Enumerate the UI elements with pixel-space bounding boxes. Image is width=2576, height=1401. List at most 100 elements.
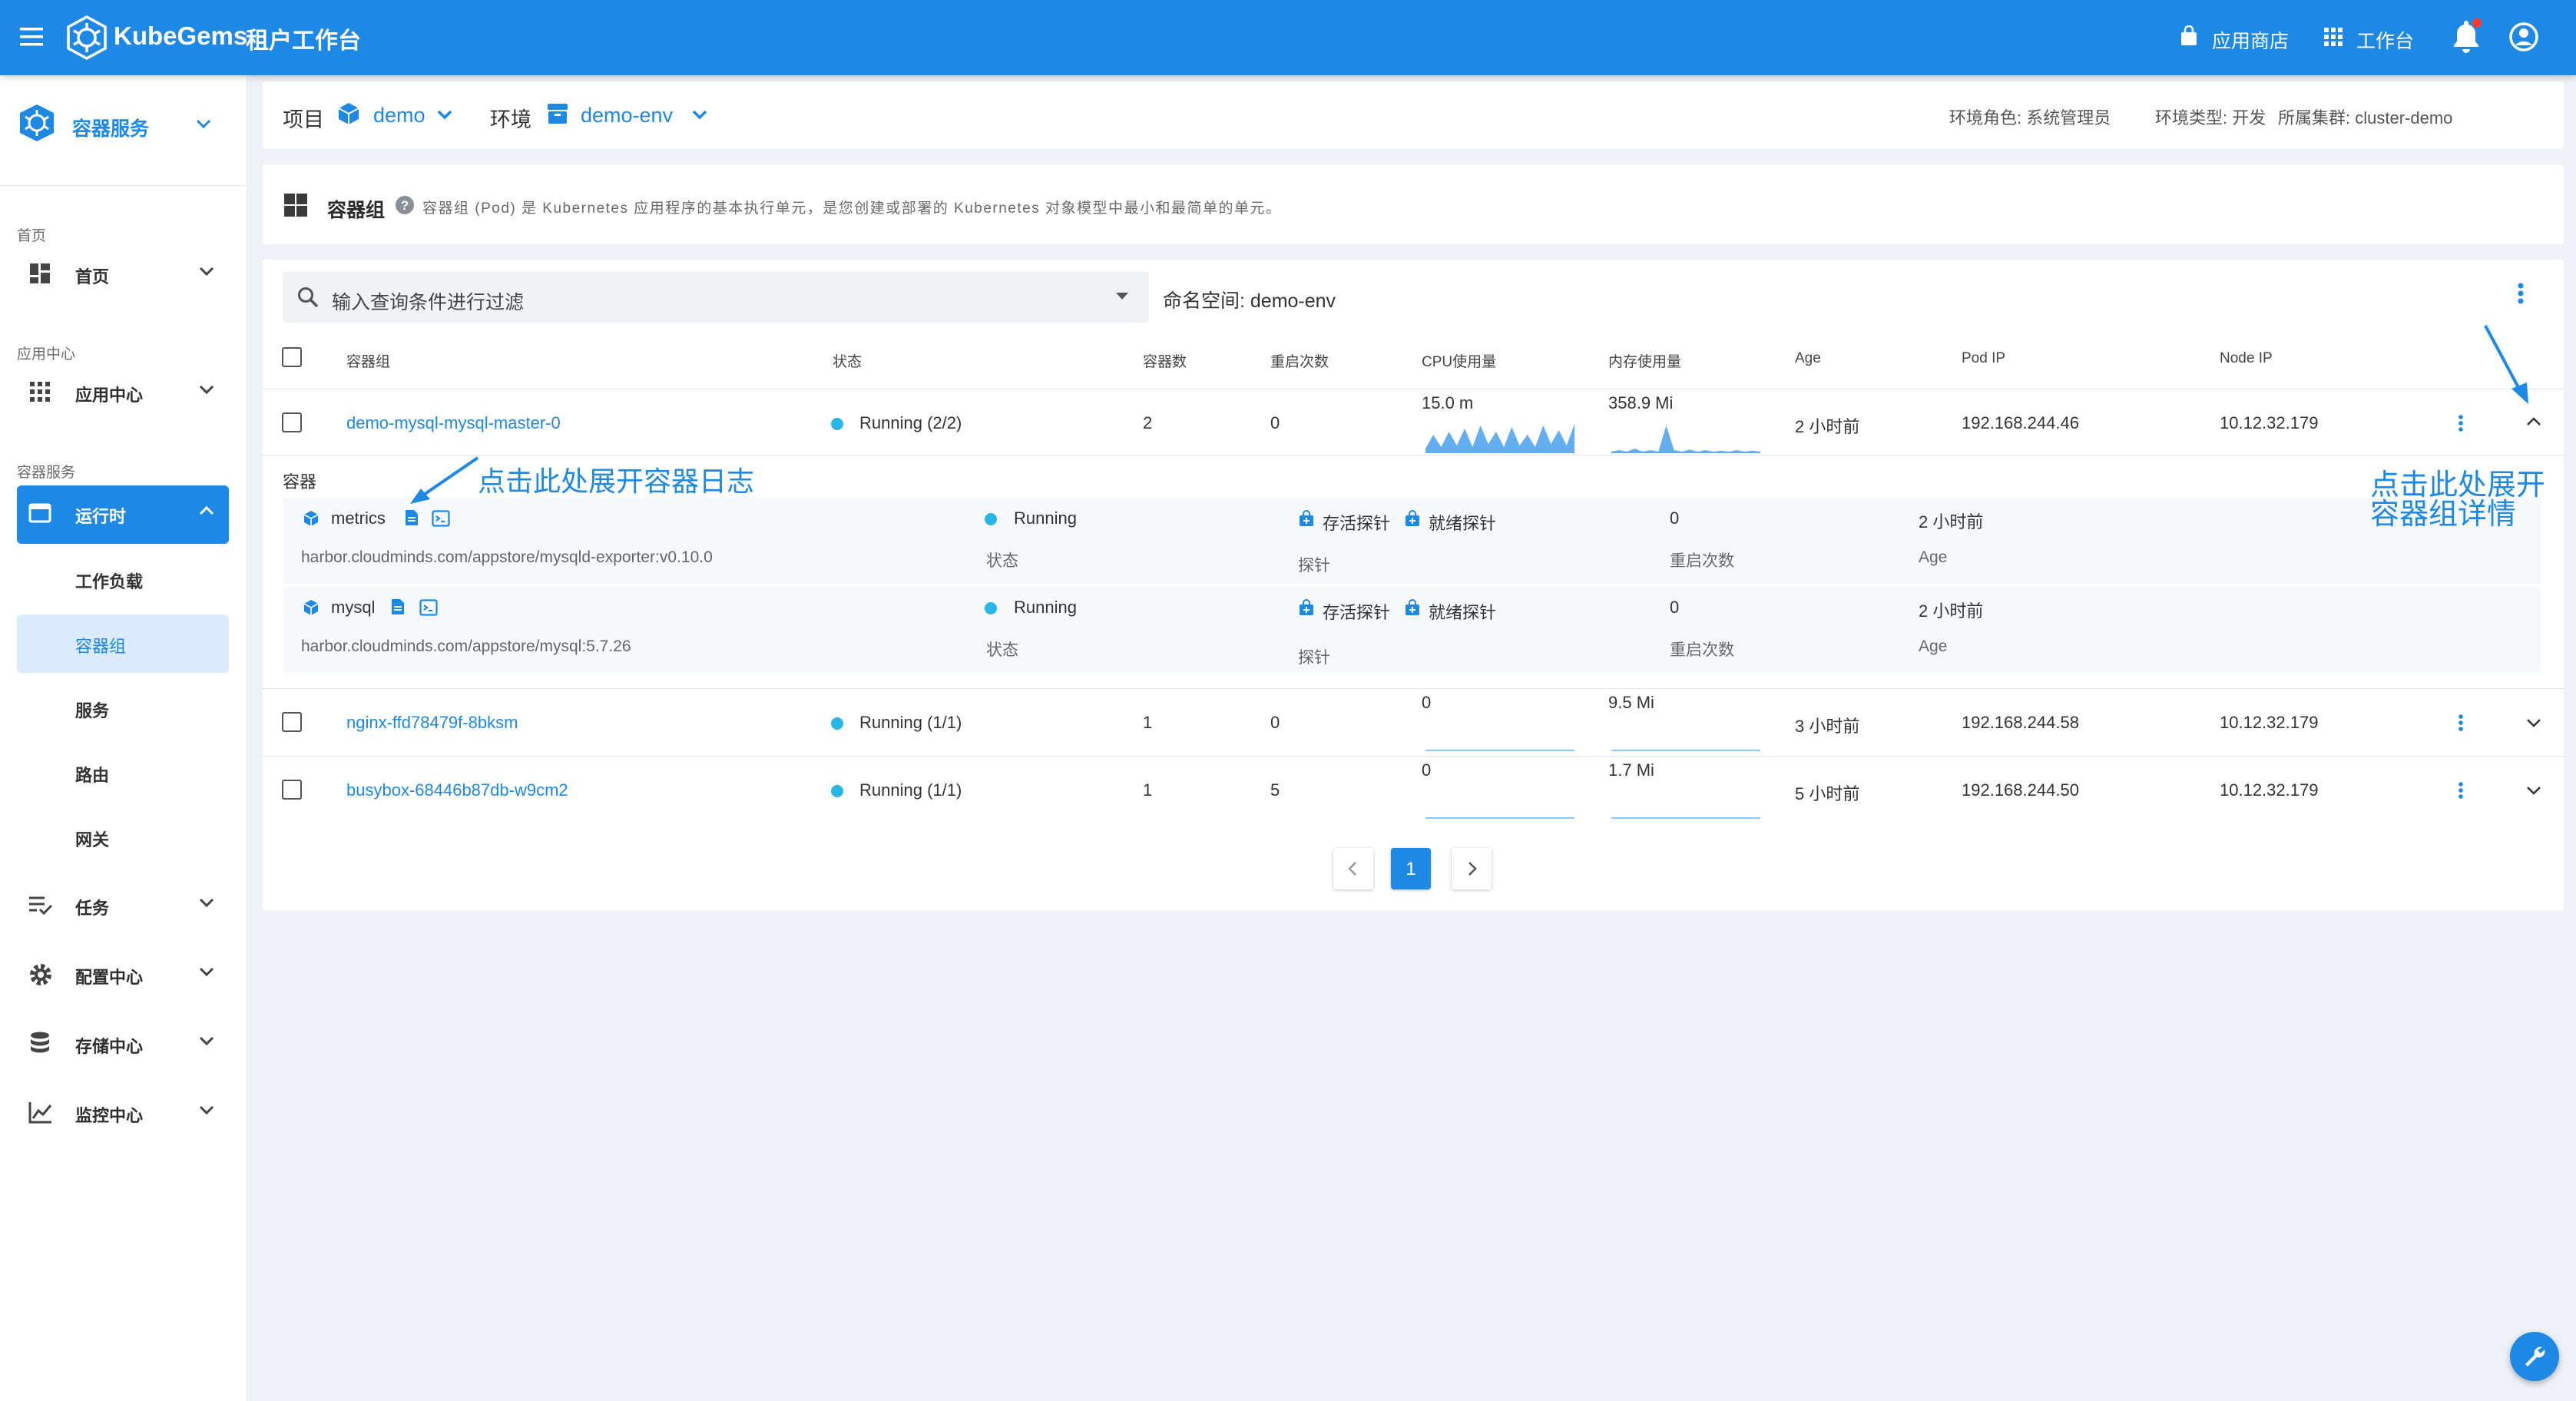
sparkline-area (1425, 424, 1574, 453)
col-header-restarts[interactable]: 重启次数 (1270, 350, 1329, 371)
wrench-icon (2522, 1344, 2547, 1369)
col-header-containers[interactable]: 容器数 (1143, 350, 1187, 371)
sidebar-item-label: 应用中心 (75, 386, 144, 405)
sidebar-item-home[interactable]: 首页 (17, 246, 229, 304)
workspace-label: 工作台 (2356, 31, 2415, 52)
sidebar-item-tasks[interactable]: 任务 (17, 877, 229, 936)
age-label: Age (1919, 638, 1948, 655)
select-all-checkbox[interactable] (282, 347, 302, 367)
filter-placeholder: 输入查询条件进行过滤 (332, 292, 525, 313)
container-count: 1 (1143, 780, 1153, 800)
col-header-status[interactable]: 状态 (833, 350, 862, 371)
search-icon (296, 286, 320, 309)
col-header-cpu[interactable]: CPU使用量 (1422, 350, 1496, 371)
chevron-down-icon (195, 118, 212, 129)
sidebar-item-label: 服务 (75, 701, 110, 720)
more-vert-icon[interactable] (2456, 780, 2465, 800)
expand-chevron-down-icon[interactable] (2525, 785, 2542, 796)
database-icon (28, 1031, 52, 1057)
sidebar-item-label: 工作负载 (75, 572, 144, 591)
prev-page-button[interactable] (1333, 848, 1373, 889)
pod-ip: 192.168.244.58 (1962, 713, 2079, 732)
cpu-sparkline (1425, 424, 1574, 453)
container-status: Running (1014, 508, 1077, 528)
more-vert-icon[interactable] (2456, 413, 2465, 433)
row-checkbox[interactable] (282, 412, 302, 432)
status-dot (831, 717, 843, 730)
node-ip: 10.12.32.179 (2220, 713, 2319, 732)
sidebar-item-label: 配置中心 (75, 968, 144, 987)
log-file-icon[interactable] (404, 508, 419, 527)
workspace-button[interactable]: 工作台 (2323, 23, 2422, 52)
namespace-label: 命名空间: demo-env (1163, 290, 1336, 312)
sidebar-item-label: 监控中心 (75, 1106, 144, 1125)
workbench-title: 租户工作台 (246, 28, 361, 54)
log-file-icon[interactable] (390, 598, 406, 616)
project-selector[interactable]: demo (336, 97, 464, 134)
menu-icon[interactable] (20, 26, 45, 48)
readiness-probe-icon (1404, 510, 1421, 527)
col-header-node-ip[interactable]: Node IP (2220, 350, 2273, 367)
kubegems-logo-icon[interactable] (65, 15, 109, 60)
col-header-pod-ip[interactable]: Pod IP (1962, 350, 2005, 367)
col-header-age[interactable]: Age (1795, 350, 1821, 367)
pod-name-link[interactable]: busybox-68446b87db-w9cm2 (346, 780, 568, 800)
container-cube-icon (303, 599, 320, 616)
divider (263, 756, 2564, 757)
bell-icon[interactable] (2449, 18, 2484, 55)
sidebar-item-pods[interactable]: 容器组 (17, 614, 229, 673)
sidebar-item-config[interactable]: 配置中心 (17, 946, 229, 1005)
expand-chevron-down-icon[interactable] (2525, 717, 2542, 728)
sidebar-item-storage[interactable]: 存储中心 (17, 1015, 229, 1074)
app-store-button[interactable]: 应用商店 (2178, 23, 2293, 52)
row-checkbox[interactable] (282, 780, 302, 800)
terminal-icon[interactable] (432, 510, 450, 527)
more-vert-icon[interactable] (2513, 281, 2528, 306)
pod-name-link[interactable]: nginx-ffd78479f-8bksm (346, 713, 518, 733)
tools-fab[interactable] (2510, 1332, 2559, 1381)
container-count: 1 (1143, 713, 1153, 732)
readiness-probe-icon (1404, 599, 1421, 616)
sidebar-item-app-center[interactable]: 应用中心 (17, 364, 229, 422)
sidebar-item-services[interactable]: 服务 (17, 679, 229, 737)
pod-status: Running (1/1) (859, 780, 962, 800)
restart-count: 5 (1270, 780, 1280, 800)
section-app-center: 应用中心 (17, 346, 76, 363)
col-header-memory[interactable]: 内存使用量 (1608, 350, 1681, 371)
dropdown-arrow-icon[interactable] (1115, 292, 1129, 301)
filter-input[interactable]: 输入查询条件进行过滤 (283, 272, 1149, 323)
row-checkbox[interactable] (282, 712, 302, 732)
divider (263, 688, 2564, 689)
module-switcher[interactable]: 容器服务 (0, 75, 247, 186)
chevron-right-icon (1467, 861, 1478, 876)
container-age: 2 小时前 (1919, 601, 1984, 621)
apps-grid-icon (28, 379, 52, 404)
cube-icon (336, 101, 361, 126)
account-icon[interactable] (2508, 22, 2539, 52)
sidebar-item-runtime[interactable]: 运行时 (17, 485, 229, 544)
sidebar-item-routes[interactable]: 路由 (17, 744, 229, 802)
sidebar-item-gateway[interactable]: 网关 (17, 808, 229, 866)
col-header-pod[interactable]: 容器组 (346, 350, 390, 371)
apps-grid-icon (2323, 26, 2344, 48)
window-icon (28, 501, 52, 525)
container-count: 2 (1143, 413, 1153, 432)
env-role: 环境角色: 系统管理员 (1949, 108, 2111, 128)
sidebar-item-label: 网关 (75, 830, 110, 850)
env-selector[interactable]: demo-env (545, 97, 714, 134)
terminal-icon[interactable] (419, 599, 438, 616)
sidebar-item-monitor[interactable]: 监控中心 (17, 1085, 229, 1143)
page-header: 容器组 ? 容器组 (Pod) 是 Kubernetes 应用程序的基本执行单元… (263, 164, 2564, 244)
pod-name-link[interactable]: demo-mysql-mysql-master-0 (346, 413, 561, 433)
more-vert-icon[interactable] (2456, 713, 2465, 733)
liveness-probe-icon (1298, 599, 1315, 616)
project-name: demo (373, 104, 425, 127)
sparkline-area (1611, 426, 1760, 453)
page-button-current[interactable]: 1 (1391, 848, 1431, 889)
annotation-arrow-icon (407, 455, 481, 505)
collapse-chevron-up-icon[interactable] (2525, 416, 2542, 427)
restarts-label: 重启次数 (1670, 641, 1734, 659)
box-icon (545, 101, 570, 126)
next-page-button[interactable] (1452, 848, 1492, 889)
sidebar-item-workload[interactable]: 工作负载 (17, 550, 229, 608)
